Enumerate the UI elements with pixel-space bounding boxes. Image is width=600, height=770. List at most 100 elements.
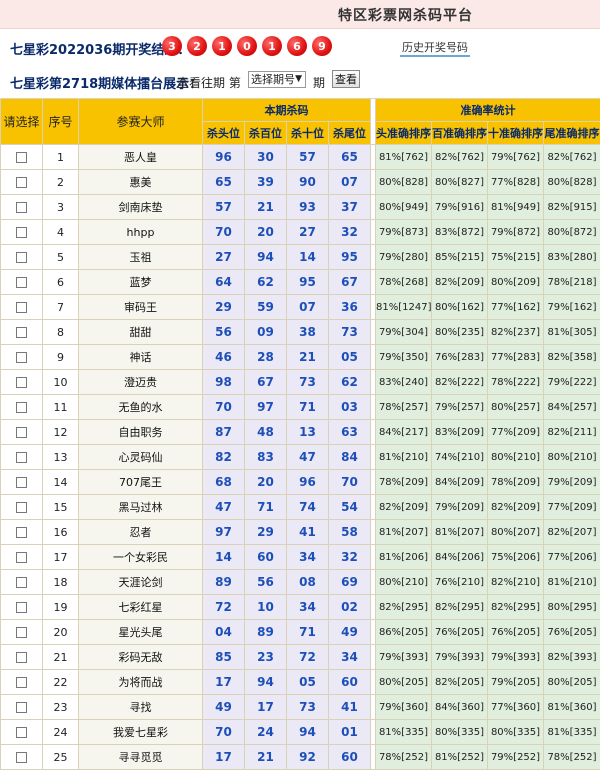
- master-name: 707尾王: [78, 469, 203, 495]
- kill-number: 85: [202, 644, 245, 670]
- row-checkbox[interactable]: [16, 352, 27, 363]
- draw-result-row: 七星彩2022036期开奖结果： 3 2 1 0 1 6 9 历史开奖号码: [10, 36, 590, 58]
- kill-col-header: 杀十位: [286, 121, 329, 145]
- accuracy-stat: 79%[162]: [543, 294, 600, 320]
- row-checkbox[interactable]: [16, 177, 27, 188]
- select-cell: [0, 294, 43, 320]
- row-checkbox[interactable]: [16, 527, 27, 538]
- row-checkbox[interactable]: [16, 402, 27, 413]
- row-checkbox[interactable]: [16, 427, 27, 438]
- kill-number: 69: [328, 569, 371, 595]
- kill-number: 90: [286, 169, 329, 195]
- kill-number: 56: [244, 569, 287, 595]
- period-select-value: 选择期号: [251, 73, 295, 86]
- table-row: 22 为将而战 17 94 05 60 80%[205] 82%[205] 79%[205] 80…: [0, 669, 600, 695]
- kill-number: 83: [244, 444, 287, 470]
- accuracy-stat: 80%[162]: [431, 294, 488, 320]
- row-checkbox[interactable]: [16, 577, 27, 588]
- accuracy-stat: 81%[252]: [431, 744, 488, 770]
- accuracy-stat: 79%[252]: [487, 744, 544, 770]
- row-checkbox[interactable]: [16, 702, 27, 713]
- accuracy-stat: 77%[206]: [543, 544, 600, 570]
- kill-number: 30: [244, 144, 287, 170]
- accuracy-stat: 80%[209]: [487, 269, 544, 295]
- kill-number: 94: [244, 669, 287, 695]
- row-checkbox[interactable]: [16, 277, 27, 288]
- kill-number: 70: [202, 719, 245, 745]
- master-name: 澄迈贵: [78, 369, 203, 395]
- period-select[interactable]: 选择期号 ▼: [248, 71, 306, 88]
- accuracy-stat: 84%[217]: [375, 419, 432, 445]
- accuracy-stat: 80%[828]: [375, 169, 432, 195]
- accuracy-stat: 82%[205]: [431, 669, 488, 695]
- accuracy-stat: 79%[872]: [487, 219, 544, 245]
- row-checkbox[interactable]: [16, 227, 27, 238]
- row-checkbox[interactable]: [16, 727, 27, 738]
- kill-number: 34: [286, 594, 329, 620]
- accuracy-stat: 77%[209]: [543, 494, 600, 520]
- row-checkbox[interactable]: [16, 252, 27, 263]
- kill-number: 72: [202, 594, 245, 620]
- kill-number: 70: [202, 219, 245, 245]
- kill-number: 74: [286, 494, 329, 520]
- kill-number: 28: [244, 344, 287, 370]
- row-checkbox[interactable]: [16, 652, 27, 663]
- row-checkbox[interactable]: [16, 452, 27, 463]
- row-checkbox[interactable]: [16, 502, 27, 513]
- select-cell: [0, 719, 43, 745]
- select-cell: [0, 619, 43, 645]
- kill-number: 48: [244, 419, 287, 445]
- kill-number: 64: [202, 269, 245, 295]
- master-name: 为将而战: [78, 669, 203, 695]
- stat-col-header: 百准确排序: [431, 121, 488, 145]
- kill-number: 70: [328, 469, 371, 495]
- kill-col-header: 杀尾位: [328, 121, 371, 145]
- top-banner: 特区彩票网杀码平台: [0, 0, 600, 29]
- kill-number: 21: [244, 194, 287, 220]
- kill-number: 67: [244, 369, 287, 395]
- accuracy-stat: 75%[215]: [487, 244, 544, 270]
- stat-col-header: 十准确排序: [487, 121, 544, 145]
- row-checkbox[interactable]: [16, 202, 27, 213]
- kill-number: 17: [202, 744, 245, 770]
- table-row: 9 神话 46 28 21 05 79%[350] 76%[283] 77%[283] 82%[3…: [0, 344, 600, 370]
- select-cell: [0, 644, 43, 670]
- row-index: 19: [42, 594, 79, 620]
- accuracy-stat: 79%[360]: [375, 694, 432, 720]
- row-checkbox[interactable]: [16, 152, 27, 163]
- kill-number: 17: [244, 694, 287, 720]
- stats-group-header: 准确率统计: [375, 98, 600, 122]
- kill-number: 94: [244, 244, 287, 270]
- row-checkbox[interactable]: [16, 627, 27, 638]
- row-checkbox[interactable]: [16, 602, 27, 613]
- row-checkbox[interactable]: [16, 477, 27, 488]
- kill-number: 32: [328, 219, 371, 245]
- query-button[interactable]: 查看: [332, 70, 360, 88]
- master-name: 甜甜: [78, 319, 203, 345]
- master-name: 无鱼的水: [78, 394, 203, 420]
- result-ball: 1: [212, 36, 232, 56]
- kill-number: 93: [286, 194, 329, 220]
- table-row: 13 心灵码仙 82 83 47 84 81%[210] 74%[210] 80%[210] 80…: [0, 444, 600, 470]
- kill-number: 08: [286, 569, 329, 595]
- accuracy-stat: 82%[762]: [543, 144, 600, 170]
- row-checkbox[interactable]: [16, 552, 27, 563]
- kill-number: 20: [244, 469, 287, 495]
- row-checkbox[interactable]: [16, 752, 27, 763]
- row-index: 5: [42, 244, 79, 270]
- kill-number: 14: [286, 244, 329, 270]
- row-checkbox[interactable]: [16, 302, 27, 313]
- row-checkbox[interactable]: [16, 377, 27, 388]
- accuracy-stat: 82%[762]: [431, 144, 488, 170]
- row-checkbox[interactable]: [16, 677, 27, 688]
- row-checkbox[interactable]: [16, 327, 27, 338]
- accuracy-stat: 76%[283]: [431, 344, 488, 370]
- row-index: 15: [42, 494, 79, 520]
- accuracy-stat: 81%[949]: [487, 194, 544, 220]
- select-cell: [0, 519, 43, 545]
- accuracy-stat: 77%[209]: [487, 419, 544, 445]
- kill-number: 14: [202, 544, 245, 570]
- result-ball: 6: [287, 36, 307, 56]
- history-numbers-link[interactable]: 历史开奖号码: [400, 39, 470, 57]
- accuracy-stat: 84%[257]: [543, 394, 600, 420]
